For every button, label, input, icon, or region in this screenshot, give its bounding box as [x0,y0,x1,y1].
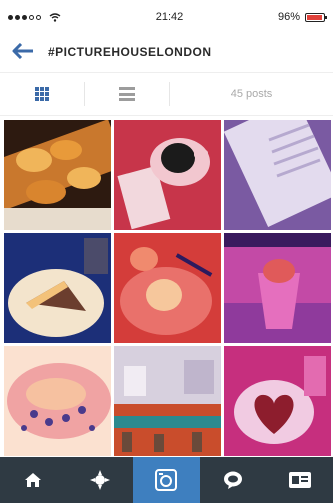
header-bar: #PICTUREHOUSELONDON [0,34,333,70]
battery-area: 96% [277,11,327,23]
page-title: #PICTUREHOUSELONDON [48,45,212,59]
battery-percent: 96% [277,11,300,23]
clock: 21:42 [155,11,184,23]
photo-thumbnail-coffee[interactable] [114,120,221,230]
back-arrow-icon[interactable] [12,40,42,64]
speech-bubble-icon [224,471,243,489]
signal-strength-icon [8,14,41,20]
tab-home[interactable] [0,457,67,503]
home-icon [25,473,42,487]
photo-thumbnail-bar[interactable] [114,346,221,456]
grid-view-button[interactable] [0,73,84,115]
view-toggle-bar: 45 posts [0,72,333,116]
signal-area [8,12,61,22]
tab-camera[interactable] [133,457,200,503]
profile-card-icon [288,472,311,488]
battery-icon [305,12,327,22]
photo-thumbnail-heart[interactable] [224,346,331,456]
photo-thumbnail-drink[interactable] [224,233,331,343]
posts-count: 45 posts [230,88,273,100]
list-icon [119,87,135,101]
bottom-tab-bar [0,457,333,503]
tab-activity[interactable] [200,457,267,503]
status-bar: 21:42 96% [0,0,333,34]
list-view-button[interactable] [85,73,169,115]
tab-profile[interactable] [266,457,333,503]
photo-thumbnail-menu[interactable] [224,120,331,230]
photo-thumbnail-cake[interactable] [4,233,111,343]
tab-explore[interactable] [67,457,134,503]
photo-thumbnail-dessert[interactable] [114,233,221,343]
photo-thumbnail-sandwich[interactable] [4,346,111,456]
grid-icon [35,87,49,101]
photo-grid [4,120,331,456]
explore-icon [89,470,110,490]
photo-thumbnail-pastries[interactable] [4,120,111,230]
camera-icon [155,469,178,491]
wifi-icon [49,12,61,22]
